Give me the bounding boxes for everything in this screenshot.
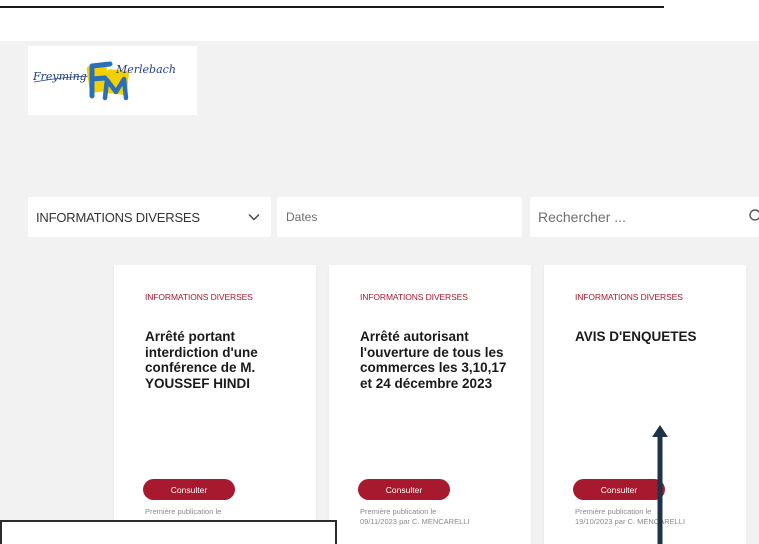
search-input[interactable]: Rechercher ... [530, 197, 759, 237]
page: Freyming Merlebach INFORMATIONS DIVERSES… [0, 0, 759, 544]
publication-line-1: Première publication le [145, 507, 222, 516]
card-publication-info: Première publication le [145, 507, 305, 517]
logo-graphic: Freyming Merlebach [32, 61, 176, 101]
search-icon[interactable] [746, 209, 759, 225]
news-card: INFORMATIONS DIVERSES AVIS D'ENQUETES Co… [544, 265, 746, 544]
overlay-panel [0, 520, 337, 544]
logo-text-left: Freyming [32, 70, 87, 83]
category-select-value: INFORMATIONS DIVERSES [36, 209, 200, 225]
news-card: INFORMATIONS DIVERSES Arrêté portant int… [114, 265, 316, 544]
card-title[interactable]: AVIS D'ENQUETES [575, 329, 725, 345]
category-select[interactable]: INFORMATIONS DIVERSES [28, 197, 271, 237]
card-title[interactable]: Arrêté autorisant l'ouverture de tous le… [360, 329, 510, 391]
card-category: INFORMATIONS DIVERSES [575, 292, 683, 302]
publication-line-2: 09/11/2023 par C. MENCARELLI [360, 516, 470, 526]
search-placeholder: Rechercher ... [538, 209, 626, 225]
dates-input[interactable]: Dates [277, 197, 522, 237]
card-title[interactable]: Arrêté portant interdiction d'une confér… [145, 329, 295, 391]
publication-line-1: Première publication le [360, 507, 437, 516]
consult-button[interactable]: Consulter [358, 479, 450, 500]
top-divider [0, 6, 664, 8]
consult-button[interactable]: Consulter [143, 479, 235, 500]
chevron-down-icon [248, 214, 260, 221]
card-category: INFORMATIONS DIVERSES [360, 292, 468, 302]
card-category: INFORMATIONS DIVERSES [145, 292, 253, 302]
news-card: INFORMATIONS DIVERSES Arrêté autorisant … [329, 265, 531, 544]
annotation-arrow-icon [652, 425, 668, 544]
logo-text-right: Merlebach [115, 63, 176, 76]
card-publication-info: Première publication le 09/11/2023 par C… [360, 507, 520, 526]
dates-placeholder: Dates [286, 210, 318, 224]
site-logo[interactable]: Freyming Merlebach [28, 46, 197, 115]
